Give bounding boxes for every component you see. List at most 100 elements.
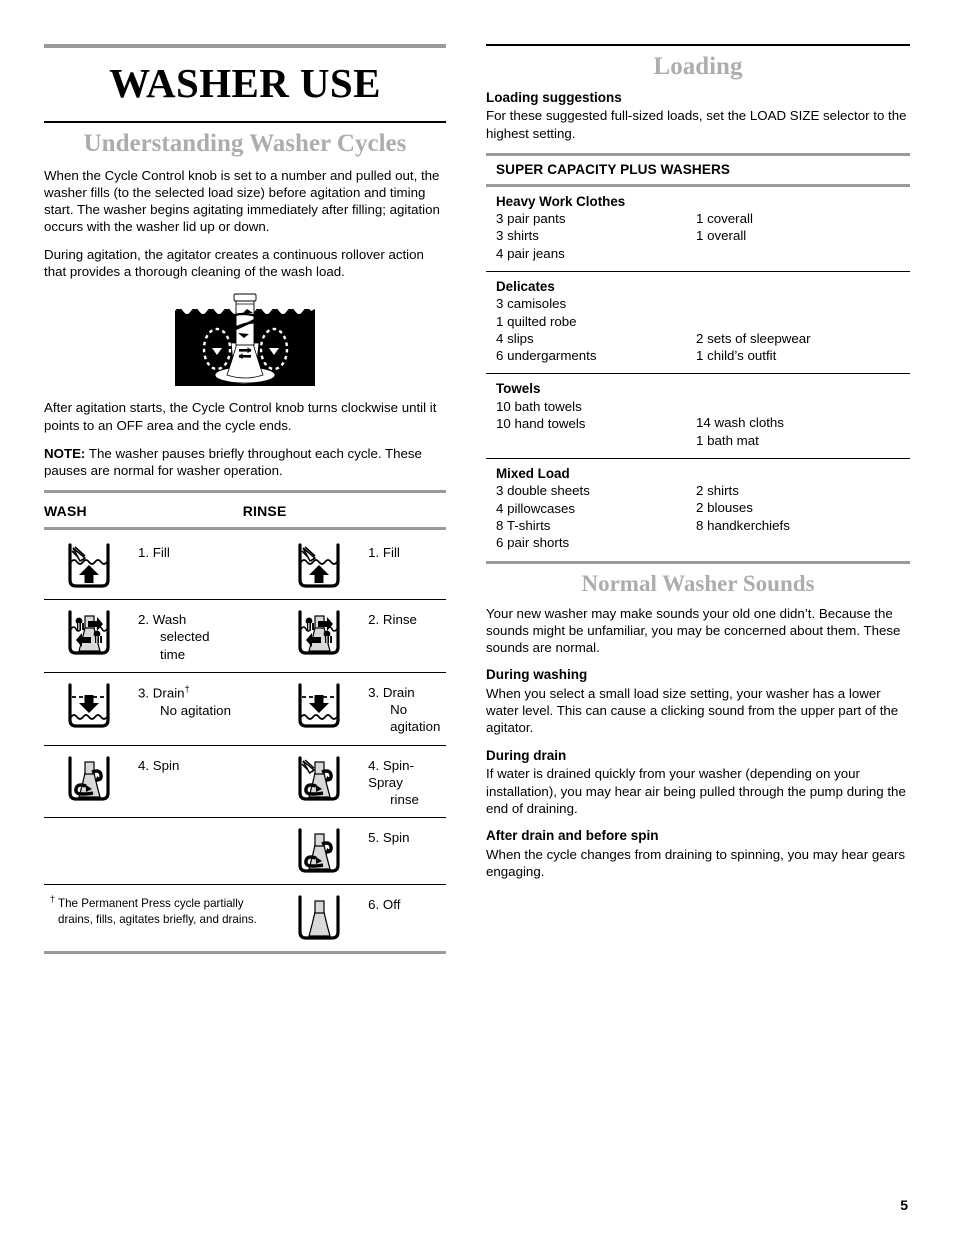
wash-step-label: 4. Spin bbox=[136, 746, 274, 818]
load-item: 3 shirts bbox=[496, 228, 539, 244]
paragraph-note: NOTE: The washer pauses briefly througho… bbox=[44, 445, 446, 479]
fill-icon bbox=[298, 543, 340, 588]
load-group-title: Mixed Load bbox=[496, 466, 570, 482]
load-item: 1 quilted robe bbox=[496, 313, 577, 329]
two-column-layout: WASHER USE Understanding Washer Cycles W… bbox=[44, 44, 910, 955]
load-group-col1: Towels 10 bath towels 10 hand towels bbox=[486, 374, 696, 458]
load-item: 6 undergarments bbox=[496, 348, 597, 364]
wash-step-line2: selected bbox=[160, 629, 210, 645]
footnote-dagger-marker: † bbox=[50, 894, 56, 905]
footnote-dagger-marker: † bbox=[184, 683, 190, 694]
wash-agitate-icon bbox=[298, 610, 340, 655]
load-item: 8 handkerchiefs bbox=[696, 517, 790, 533]
section-title-loading: Loading bbox=[653, 53, 743, 80]
load-group-title: Towels bbox=[496, 381, 541, 397]
subheading-during-drain: During drain bbox=[486, 747, 567, 763]
load-item: 4 pair jeans bbox=[496, 245, 565, 261]
wash-step-label: 1. Fill bbox=[136, 533, 274, 599]
table-row: 4. Spin 4. Spin-Spray rinse bbox=[44, 746, 446, 818]
wash-step-line2: No agitation bbox=[160, 702, 231, 718]
table-row: Mixed Load 3 double sheets 4 pillowcases… bbox=[486, 459, 910, 561]
load-group-col2: 2 sets of sleepwear 1 child’s outfit bbox=[696, 272, 910, 374]
wash-step-line3: time bbox=[160, 646, 186, 662]
rinse-step-line1: 4. Spin-Spray bbox=[368, 757, 414, 790]
load-item: 6 pair shorts bbox=[496, 535, 570, 551]
rinse-step-line2: rinse bbox=[390, 792, 419, 808]
rinse-step-line1: 6. Off bbox=[368, 897, 401, 913]
table-row: 3. Drain† No agitation 3. Drain No agita… bbox=[44, 673, 446, 745]
chapter-top-rule bbox=[44, 44, 446, 48]
column-header-wash: WASH bbox=[44, 502, 87, 519]
subheading-after-drain-before-spin: After drain and before spin bbox=[486, 827, 659, 843]
wash-rinse-cycle-table: WASH RINSE bbox=[44, 496, 446, 527]
rinse-step-icon-cell bbox=[274, 673, 366, 745]
load-group-col1: Delicates 3 camisoles 1 quilted robe 4 s… bbox=[486, 272, 696, 374]
wash-step-icon-cell bbox=[44, 600, 136, 672]
paragraph-after-agitation: After agitation starts, the Cycle Contro… bbox=[44, 400, 437, 433]
load-group-col2: 14 wash cloths 1 bath mat bbox=[696, 374, 910, 458]
rinse-step-line2: No agitation bbox=[390, 702, 441, 735]
section-title-understanding-washer-cycles: Understanding Washer Cycles bbox=[83, 130, 407, 158]
load-item: 2 shirts bbox=[696, 483, 739, 499]
load-group-col2: 1 coverall 1 overall bbox=[696, 187, 910, 271]
rinse-step-label: 6. Off bbox=[366, 885, 446, 951]
drain-icon bbox=[68, 683, 110, 728]
wash-step-line1: 1. Fill bbox=[138, 544, 170, 560]
load-item: 3 camisoles bbox=[496, 296, 567, 312]
rinse-step-icon-cell bbox=[274, 885, 366, 951]
rinse-step-line1: 2. Rinse bbox=[368, 611, 417, 627]
column-header-rinse: RINSE bbox=[242, 502, 287, 519]
left-column: WASHER USE Understanding Washer Cycles W… bbox=[44, 44, 468, 955]
wash-agitate-icon bbox=[68, 610, 110, 655]
rinse-step-label: 3. Drain No agitation bbox=[366, 673, 446, 745]
table-row: Towels 10 bath towels 10 hand towels 14 … bbox=[486, 374, 910, 458]
note-text: The washer pauses briefly throughout eac… bbox=[44, 445, 422, 478]
loading-suggestions-table: Heavy Work Clothes 3 pair pants 3 shirts… bbox=[486, 187, 910, 561]
note-label: NOTE: bbox=[44, 445, 86, 461]
rinse-step-line1: 1. Fill bbox=[368, 544, 400, 560]
cycle-table-footnote: † The Permanent Press cycle partially dr… bbox=[44, 885, 274, 951]
loading-top-rule bbox=[486, 44, 910, 46]
rinse-step-icon-cell bbox=[274, 533, 366, 599]
table-row: Delicates 3 camisoles 1 quilted robe 4 s… bbox=[486, 272, 910, 374]
rinse-step-label: 2. Rinse bbox=[366, 600, 446, 672]
paragraph-during-drain: If water is drained quickly from your wa… bbox=[486, 766, 906, 816]
wash-step-icon-cell bbox=[44, 746, 136, 818]
wash-step-label: 2. Wash selected time bbox=[136, 600, 274, 672]
table-row: 5. Spin bbox=[44, 818, 446, 884]
load-item: 1 overall bbox=[696, 227, 747, 243]
rinse-step-label: 5. Spin bbox=[366, 818, 446, 884]
load-group-col1: Mixed Load 3 double sheets 4 pillowcases… bbox=[486, 459, 696, 561]
chapter-bottom-rule bbox=[44, 121, 446, 124]
rinse-step-label: 4. Spin-Spray rinse bbox=[366, 746, 446, 818]
paragraph-agitation: During agitation, the agitator creates a… bbox=[44, 247, 424, 280]
load-item: 4 pillowcases bbox=[496, 500, 576, 516]
wash-step-icon-cell bbox=[44, 673, 136, 745]
load-item: 3 double sheets bbox=[496, 483, 590, 499]
spin-icon bbox=[298, 828, 340, 874]
paragraph-cycle-intro: When the Cycle Control knob is set to a … bbox=[44, 167, 440, 234]
spin-icon bbox=[68, 756, 110, 801]
table-row: 1. Fill 1. Fill bbox=[44, 533, 446, 599]
table-header-row: WASH RINSE bbox=[44, 496, 446, 527]
load-item: 1 coverall bbox=[696, 210, 753, 226]
manual-page: WASHER USE Understanding Washer Cycles W… bbox=[0, 0, 954, 1235]
loading-table-bottom-rule bbox=[486, 560, 910, 564]
load-item: 1 bath mat bbox=[696, 432, 759, 448]
wash-step-label-empty bbox=[136, 818, 274, 884]
page-title: WASHER USE bbox=[109, 60, 381, 106]
wash-step-label: 3. Drain† No agitation bbox=[136, 673, 274, 745]
wash-step-icon-cell bbox=[44, 533, 136, 599]
load-group-col2: 2 shirts 2 blouses 8 handkerchiefs bbox=[696, 459, 910, 561]
subheading-during-washing: During washing bbox=[486, 667, 588, 683]
rinse-step-icon-cell bbox=[274, 818, 366, 884]
load-group-title: Heavy Work Clothes bbox=[496, 193, 626, 209]
load-item: 10 hand towels bbox=[496, 416, 586, 432]
wash-step-line1: 3. Drain† bbox=[138, 684, 274, 702]
loading-table-banner: SUPER CAPACITY PLUS WASHERS bbox=[496, 161, 731, 177]
load-item: 8 T-shirts bbox=[496, 518, 551, 534]
rinse-step-line1: 3. Drain bbox=[368, 684, 415, 700]
page-number: 5 bbox=[900, 1197, 908, 1213]
wash-step-line1: 2. Wash bbox=[138, 611, 187, 627]
paragraph-sounds-intro: Your new washer may make sounds your old… bbox=[486, 605, 901, 656]
